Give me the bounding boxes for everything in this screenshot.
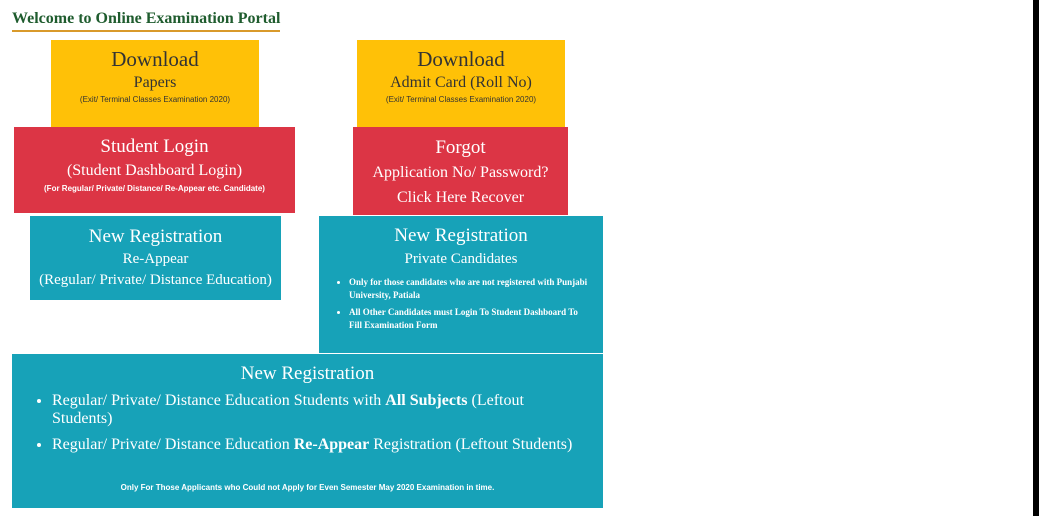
card-subheading: Papers xyxy=(133,74,177,91)
list-item: Regular/ Private/ Distance Education Re-… xyxy=(52,436,583,454)
card-note: (Exit/ Terminal Classes Examination 2020… xyxy=(79,95,231,104)
card-heading: Download xyxy=(111,47,199,71)
student-login-button[interactable]: Student Login (Student Dashboard Login) … xyxy=(14,127,295,213)
forgot-password-button[interactable]: Forgot Application No/ Password? Click H… xyxy=(353,127,568,215)
card-subheading: Private Candidates xyxy=(404,251,518,267)
window-edge-divider xyxy=(1033,0,1039,516)
page-title: Welcome to Online Examination Portal xyxy=(12,10,281,32)
list-item: Only for those candidates who are not re… xyxy=(349,276,593,302)
card-heading: New Registration xyxy=(394,225,528,246)
card-subheading: Re-Appear xyxy=(122,251,189,267)
list-text-bold: All Subjects xyxy=(385,392,468,409)
new-registration-leftout-button[interactable]: New Registration Regular/ Private/ Dista… xyxy=(12,354,603,508)
list-text: Regular/ Private/ Distance Education xyxy=(52,436,294,453)
list-item: Regular/ Private/ Distance Education Stu… xyxy=(52,392,583,428)
list-text: Regular/ Private/ Distance Education Stu… xyxy=(52,392,386,409)
card-note: Only For Those Applicants who Could not … xyxy=(120,483,495,492)
private-info-list: Only for those candidates who are not re… xyxy=(319,276,603,332)
download-papers-button[interactable]: Download Papers (Exit/ Terminal Classes … xyxy=(51,40,259,127)
card-subheading: (Student Dashboard Login) xyxy=(66,162,243,179)
card-subheading: Admit Card (Roll No) xyxy=(390,74,532,91)
leftout-info-list: Regular/ Private/ Distance Education Stu… xyxy=(12,392,603,454)
card-heading: Student Login xyxy=(100,136,209,157)
card-heading: Download xyxy=(417,47,505,71)
recover-link-label: Click Here Recover xyxy=(396,189,525,206)
card-note: (Exit/ Terminal Classes Examination 2020… xyxy=(385,95,537,104)
card-heading: New Registration xyxy=(240,363,375,384)
new-registration-reappear-button[interactable]: New Registration Re-Appear (Regular/ Pri… xyxy=(30,216,281,300)
card-detail: (Regular/ Private/ Distance Education) xyxy=(39,272,272,288)
card-heading: Forgot xyxy=(435,137,486,158)
download-admit-card-button[interactable]: Download Admit Card (Roll No) (Exit/ Ter… xyxy=(357,40,565,127)
card-subheading: Application No/ Password? xyxy=(372,164,549,181)
card-heading: New Registration xyxy=(88,226,223,247)
new-registration-private-button[interactable]: New Registration Private Candidates Only… xyxy=(319,216,603,353)
list-text-bold: Re-Appear xyxy=(293,436,370,453)
list-text: Registration (Leftout Students) xyxy=(369,436,573,453)
card-note: (For Regular/ Private/ Distance/ Re-Appe… xyxy=(44,184,265,193)
list-item: All Other Candidates must Login To Stude… xyxy=(349,306,593,332)
